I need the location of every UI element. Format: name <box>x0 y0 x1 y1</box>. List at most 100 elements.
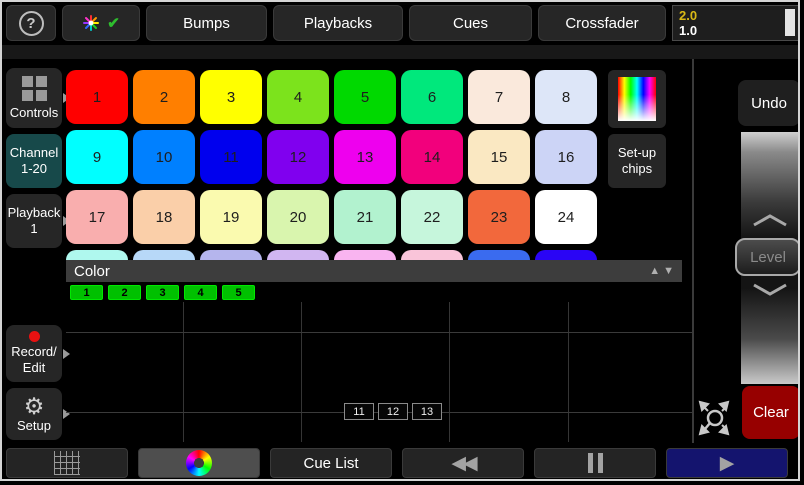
color-chip-22[interactable]: 22 <box>401 190 463 244</box>
color-chip-6[interactable]: 6 <box>401 70 463 124</box>
channel-label-line1: Channel <box>10 145 58 161</box>
undo-button[interactable]: Undo <box>738 80 800 126</box>
cue-marker-11[interactable]: 11 <box>344 403 374 420</box>
grid-icon <box>54 451 80 475</box>
grid-line <box>301 302 302 442</box>
rewind-icon: ◀◀ <box>451 452 474 475</box>
cue-timeline-grid[interactable]: 11 12 13 <box>66 302 692 442</box>
zoom-extents-icon[interactable] <box>696 398 732 436</box>
color-section-header[interactable]: Color ▲ ▼ <box>66 260 682 282</box>
color-marker-2[interactable]: 2 <box>108 285 141 300</box>
tab-bumps[interactable]: Bumps <box>146 5 267 41</box>
color-chip-5[interactable]: 5 <box>334 70 396 124</box>
grid-line <box>183 302 184 442</box>
color-chip-17[interactable]: 17 <box>66 190 128 244</box>
help-button[interactable]: ? <box>6 5 56 41</box>
color-chip-15[interactable]: 15 <box>468 130 530 184</box>
level-fader-handle[interactable]: Level <box>735 238 800 276</box>
color-chip-29[interactable] <box>334 250 396 260</box>
color-chip-1[interactable]: 1 <box>66 70 128 124</box>
color-chip-20[interactable]: 20 <box>267 190 329 244</box>
help-icon: ? <box>19 11 44 36</box>
color-section-title: Color <box>74 263 110 280</box>
topbar-band <box>2 45 798 59</box>
rewind-button[interactable]: ◀◀ <box>402 448 524 478</box>
grid-line <box>449 302 450 442</box>
record-label-line1: Record/ <box>11 344 57 360</box>
color-chip-9[interactable]: 9 <box>66 130 128 184</box>
tab-crossfader[interactable]: Crossfader <box>538 5 666 41</box>
clear-button[interactable]: Clear <box>742 386 800 439</box>
color-chip-11[interactable]: 11 <box>200 130 262 184</box>
color-chip-palette: 1 2 3 4 5 6 7 8 9 10 11 12 13 14 15 16 1… <box>66 70 602 260</box>
color-chip-14[interactable]: 14 <box>401 130 463 184</box>
tab-playbacks[interactable]: Playbacks <box>273 5 403 41</box>
color-chip-2[interactable]: 2 <box>133 70 195 124</box>
grid-line <box>568 302 569 442</box>
color-wheel-button[interactable] <box>138 448 260 478</box>
channel-grid-button[interactable] <box>6 448 128 478</box>
color-chip-21[interactable]: 21 <box>334 190 396 244</box>
pause-button[interactable] <box>534 448 656 478</box>
top-bar: ? ✔ Bumps Playbacks Cues Crossfade <box>6 5 800 41</box>
pause-icon <box>588 453 603 473</box>
color-chip-4[interactable]: 4 <box>267 70 329 124</box>
fader-up-chevron-icon[interactable] <box>750 213 790 227</box>
color-chip-32[interactable] <box>535 250 597 260</box>
bottom-bar: Cue List ◀◀ ▶ <box>6 448 788 478</box>
color-chip-19[interactable]: 19 <box>200 190 262 244</box>
color-chip-26[interactable] <box>133 250 195 260</box>
setup-chips-label-line2: chips <box>622 161 652 177</box>
effect-status-button[interactable]: ✔ <box>62 5 140 41</box>
color-chip-12[interactable]: 12 <box>267 130 329 184</box>
crossfader-value-bottom: 1.0 <box>679 23 797 38</box>
sidebar-item-record-edit[interactable]: Record/ Edit <box>6 325 62 382</box>
scroll-down-icon[interactable]: ▼ <box>663 265 674 277</box>
color-picker-button[interactable] <box>608 70 666 128</box>
setup-chips-label-line1: Set-up <box>618 145 656 161</box>
cue-marker-row: 11 12 13 <box>344 403 442 420</box>
play-button[interactable]: ▶ <box>666 448 788 478</box>
color-chip-18[interactable]: 18 <box>133 190 195 244</box>
color-marker-4[interactable]: 4 <box>184 285 217 300</box>
playback-label-line1: Playback <box>8 205 61 221</box>
playback-label-line2: 1 <box>30 221 37 237</box>
grid-line <box>66 332 692 333</box>
color-chip-7[interactable]: 7 <box>468 70 530 124</box>
color-chip-24[interactable]: 24 <box>535 190 597 244</box>
color-marker-1[interactable]: 1 <box>70 285 103 300</box>
crossfader-panel[interactable]: 2.0 1.0 <box>672 5 800 41</box>
color-chip-31[interactable] <box>468 250 530 260</box>
cue-marker-12[interactable]: 12 <box>378 403 408 420</box>
cue-marker-13[interactable]: 13 <box>412 403 442 420</box>
color-marker-3[interactable]: 3 <box>146 285 179 300</box>
color-chip-16[interactable]: 16 <box>535 130 597 184</box>
setup-chips-button[interactable]: Set-up chips <box>608 134 666 188</box>
console-window: ? ✔ Bumps Playbacks Cues Crossfade <box>0 0 800 481</box>
color-chip-25[interactable] <box>66 250 128 260</box>
tab-cues[interactable]: Cues <box>409 5 532 41</box>
channel-label-line2: 1-20 <box>21 161 47 177</box>
sidebar-item-controls[interactable]: Controls <box>6 68 62 128</box>
color-chip-13[interactable]: 13 <box>334 130 396 184</box>
crossfader-position-bar[interactable] <box>785 9 795 36</box>
color-chip-28[interactable] <box>267 250 329 260</box>
sidebar-item-setup[interactable]: ⚙ Setup <box>6 388 62 440</box>
scroll-up-icon[interactable]: ▲ <box>649 265 660 277</box>
color-marker-row: 1 2 3 4 5 <box>70 285 255 300</box>
controls-label: Controls <box>10 105 58 121</box>
color-chip-8[interactable]: 8 <box>535 70 597 124</box>
color-chip-30[interactable] <box>401 250 463 260</box>
check-icon: ✔ <box>107 14 120 32</box>
color-chip-10[interactable]: 10 <box>133 130 195 184</box>
color-chip-3[interactable]: 3 <box>200 70 262 124</box>
grid-2x2-icon <box>22 76 47 101</box>
cue-list-button[interactable]: Cue List <box>270 448 392 478</box>
fader-down-chevron-icon[interactable] <box>750 283 790 297</box>
sidebar-item-playback[interactable]: Playback 1 <box>6 194 62 248</box>
color-chip-23[interactable]: 23 <box>468 190 530 244</box>
sidebar-item-channel[interactable]: Channel 1-20 <box>6 134 62 188</box>
scroll-arrows: ▲ ▼ <box>649 265 674 277</box>
color-marker-5[interactable]: 5 <box>222 285 255 300</box>
color-chip-27[interactable] <box>200 250 262 260</box>
